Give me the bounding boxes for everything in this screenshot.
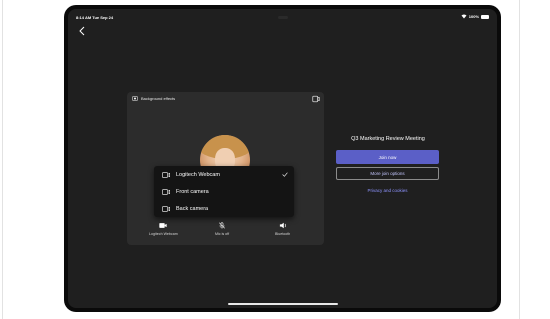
page-border-right bbox=[519, 0, 520, 319]
menu-item-label: Back camera bbox=[176, 205, 209, 212]
audio-output-label: Bluetooth bbox=[275, 232, 291, 236]
audio-output-button[interactable]: Bluetooth bbox=[275, 222, 290, 236]
checkmark-icon bbox=[282, 172, 288, 177]
more-join-options-button[interactable]: More join options bbox=[336, 167, 439, 180]
camera-select-menu: Logitech Webcam Front camera Back camera bbox=[154, 166, 294, 217]
battery-percent: 100% bbox=[468, 14, 479, 19]
camera-toggle-button[interactable]: Logitech Webcam bbox=[149, 222, 178, 236]
camera-icon bbox=[162, 188, 170, 195]
page-border-left bbox=[2, 0, 3, 319]
status-time: 8:14 AM Tue Sep 24 bbox=[76, 15, 114, 20]
privacy-and-cookies-link[interactable]: Privacy and cookies bbox=[336, 188, 439, 193]
background-effects-label: Background effects bbox=[141, 96, 176, 101]
background-effects-icon bbox=[132, 96, 138, 101]
menu-item-back-camera[interactable]: Back camera bbox=[154, 200, 294, 217]
wifi-icon bbox=[461, 14, 467, 19]
mic-toggle-label: Mic is off bbox=[215, 232, 230, 236]
mic-off-icon bbox=[219, 222, 226, 229]
video-preview-panel: Background effects Logitech Webcam Front… bbox=[127, 92, 324, 245]
camera-icon bbox=[162, 205, 170, 212]
tablet-frame: 8:14 AM Tue Sep 24 100% Background effec… bbox=[64, 5, 501, 312]
meeting-title: Q3 Marketing Review Meeting bbox=[351, 136, 425, 142]
device-controls: Logitech Webcam Mic is off Bluetooth bbox=[127, 222, 324, 244]
home-indicator[interactable] bbox=[228, 303, 338, 305]
speaker-icon bbox=[279, 222, 286, 229]
camera-notch bbox=[278, 16, 288, 19]
menu-item-label: Front camera bbox=[176, 188, 209, 195]
camera-switch-icon[interactable] bbox=[312, 95, 320, 103]
menu-item-label: Logitech Webcam bbox=[176, 171, 220, 178]
chevron-left-icon[interactable] bbox=[78, 26, 86, 36]
menu-item-front-camera[interactable]: Front camera bbox=[154, 183, 294, 200]
webcam-icon bbox=[159, 223, 168, 228]
background-effects-button[interactable]: Background effects bbox=[132, 96, 175, 101]
battery-icon bbox=[481, 14, 489, 19]
camera-toggle-label: Logitech Webcam bbox=[149, 232, 178, 236]
join-now-button[interactable]: Join now bbox=[336, 150, 439, 164]
webcam-icon bbox=[162, 171, 170, 178]
menu-item-logitech-webcam[interactable]: Logitech Webcam bbox=[154, 166, 294, 183]
mic-toggle-button[interactable]: Mic is off bbox=[215, 222, 229, 236]
status-indicators: 100% bbox=[461, 14, 489, 19]
tablet-screen: 8:14 AM Tue Sep 24 100% Background effec… bbox=[68, 9, 497, 308]
status-bar: 8:14 AM Tue Sep 24 100% bbox=[68, 9, 497, 23]
